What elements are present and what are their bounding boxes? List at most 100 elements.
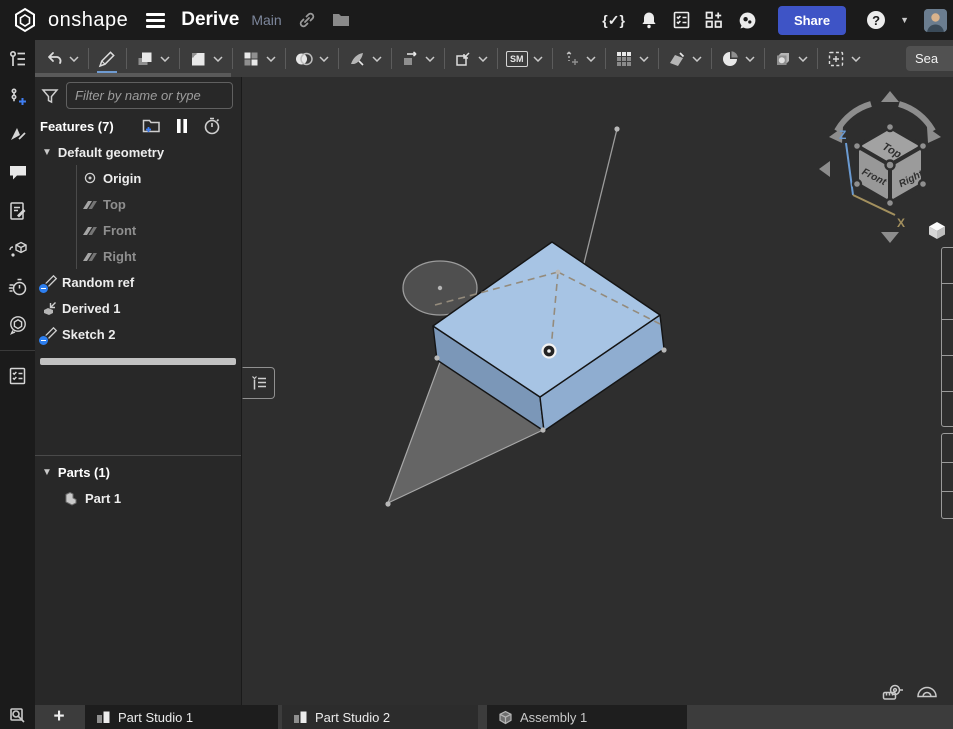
chevron-down-icon[interactable] (532, 55, 543, 62)
move-icon[interactable] (561, 49, 581, 69)
suspend-icon[interactable] (176, 118, 188, 134)
sheet-metal-icon[interactable]: SM (506, 50, 528, 67)
performance-stopwatch-icon[interactable] (0, 268, 35, 306)
feature-manager-icon[interactable] (0, 40, 35, 78)
chevron-down-icon[interactable] (850, 55, 861, 62)
comments-icon[interactable] (0, 154, 35, 192)
search-tabs-icon[interactable] (0, 705, 35, 727)
chevron-down-icon[interactable] (425, 55, 435, 62)
chevron-down-icon[interactable] (266, 55, 276, 62)
regenerate-timer-icon[interactable] (203, 117, 221, 135)
tab-assembly-1[interactable]: Assembly 1 (487, 705, 687, 729)
chevron-down-icon[interactable] (691, 55, 702, 62)
help-caret-icon[interactable]: ▼ (900, 15, 909, 25)
tree-item-random-ref[interactable]: Random ref (35, 269, 241, 295)
annotations-icon[interactable] (0, 116, 35, 154)
viewcube-arrow-left[interactable] (819, 161, 830, 177)
toolbar-group-section-analysis (710, 40, 764, 77)
tree-group-default-geometry[interactable]: ▼ Default geometry (35, 139, 241, 165)
parts-group-header[interactable]: ▼ Parts (1) (35, 459, 241, 485)
z-axis-line (845, 142, 854, 196)
x-axis-label: X (897, 216, 905, 230)
isometric-view-icon[interactable] (927, 220, 947, 240)
tab-part-studio-2[interactable]: Part Studio 2 (282, 705, 478, 729)
tree-item-derived-1[interactable]: Derived 1 (35, 295, 241, 321)
avatar[interactable] (924, 8, 947, 32)
viewcube-arrow-down[interactable] (881, 232, 899, 243)
surface-icon[interactable] (667, 49, 687, 69)
toolbar-group-surface (657, 40, 711, 77)
feature-panel: Features (7) ▼ Default geometry (35, 77, 242, 705)
folder-icon[interactable] (332, 13, 350, 27)
sketch-feature-icon (38, 326, 58, 346)
tree-item-right-plane[interactable]: Right (35, 243, 241, 269)
share-button[interactable]: Share (777, 5, 847, 35)
notes-icon[interactable] (0, 192, 35, 230)
origin-marker[interactable] (541, 343, 557, 359)
extrude-icon[interactable] (135, 49, 155, 69)
sketch-pencil-icon[interactable] (97, 49, 117, 69)
feature-list-flyout-button[interactable] (242, 367, 275, 399)
fillet-icon[interactable] (188, 49, 208, 69)
versions-history-icon[interactable] (0, 78, 35, 116)
part-help-icon[interactable] (0, 230, 35, 268)
link-icon[interactable] (298, 11, 316, 29)
chevron-down-icon[interactable] (744, 55, 755, 62)
add-tab-button[interactable]: + (45, 705, 73, 729)
chevron-down-icon[interactable] (213, 55, 223, 62)
right-edge-panel-group-2[interactable] (941, 433, 953, 519)
feedback-icon[interactable] (0, 306, 35, 344)
tree-item-part-1[interactable]: Part 1 (35, 485, 241, 511)
tree-item-front-plane[interactable]: Front (35, 217, 241, 243)
filter-funnel-icon[interactable] (41, 87, 59, 105)
app-store-icon[interactable] (705, 11, 723, 29)
help-icon[interactable]: ? (867, 11, 886, 29)
tree-item-label: Right (103, 248, 137, 264)
chevron-down-icon[interactable]: ▼ (42, 147, 52, 158)
chevron-down-icon[interactable]: ▼ (42, 467, 52, 478)
notifications-bell-icon[interactable] (640, 11, 658, 29)
filter-input[interactable] (66, 82, 233, 109)
chevron-down-icon[interactable] (585, 55, 596, 62)
boolean-icon[interactable] (294, 49, 314, 69)
modify-part-icon[interactable] (453, 49, 473, 69)
graphics-viewport[interactable]: Z X Top Front Right (243, 77, 953, 705)
right-edge-panel-group-1[interactable] (941, 247, 953, 427)
transform-icon[interactable] (400, 49, 420, 69)
versions-icon[interactable]: {✓} (602, 12, 625, 29)
appearance-icon[interactable] (773, 49, 793, 69)
workspace-name[interactable]: Main (251, 12, 281, 28)
checklist-icon[interactable] (0, 357, 35, 395)
undo-icon[interactable] (44, 49, 64, 69)
toolbar-search-input[interactable]: Sea (906, 46, 953, 71)
tree-item-sketch-2[interactable]: Sketch 2 (35, 321, 241, 347)
plane-icon (81, 223, 98, 237)
tree-item-origin[interactable]: Origin (35, 165, 241, 191)
split-icon[interactable] (347, 49, 367, 69)
insert-dashed-plus-icon[interactable] (826, 49, 846, 69)
tree-item-top-plane[interactable]: Top (35, 191, 241, 217)
chevron-down-icon[interactable] (160, 55, 170, 62)
add-folder-icon[interactable] (142, 118, 161, 134)
hamburger-menu-icon[interactable] (146, 10, 166, 31)
chevron-down-icon[interactable] (372, 55, 382, 62)
tasks-checklist-icon[interactable] (673, 11, 690, 29)
viewcube-arrow-up[interactable] (881, 91, 899, 102)
toolbar-scrollbar[interactable] (35, 73, 231, 77)
section-analysis-icon[interactable] (720, 49, 740, 69)
pattern-icon[interactable] (241, 49, 261, 69)
chevron-down-icon[interactable] (797, 55, 808, 62)
chevron-down-icon[interactable] (319, 55, 329, 62)
tape-measure-icon[interactable] (882, 683, 904, 701)
ellipse-center-vertex[interactable] (437, 285, 443, 291)
tab-part-studio-1[interactable]: Part Studio 1 (85, 705, 278, 729)
brand-name[interactable]: onshape (48, 9, 128, 32)
chevron-down-icon[interactable] (638, 55, 649, 62)
chevron-down-icon[interactable] (478, 55, 488, 62)
rollback-bar[interactable] (40, 358, 236, 365)
pattern-grid-icon[interactable] (614, 49, 634, 69)
protractor-icon[interactable] (916, 681, 938, 699)
chevron-down-icon[interactable] (69, 55, 79, 62)
onshape-logo-icon[interactable] (12, 7, 38, 33)
learning-center-icon[interactable] (738, 11, 757, 30)
